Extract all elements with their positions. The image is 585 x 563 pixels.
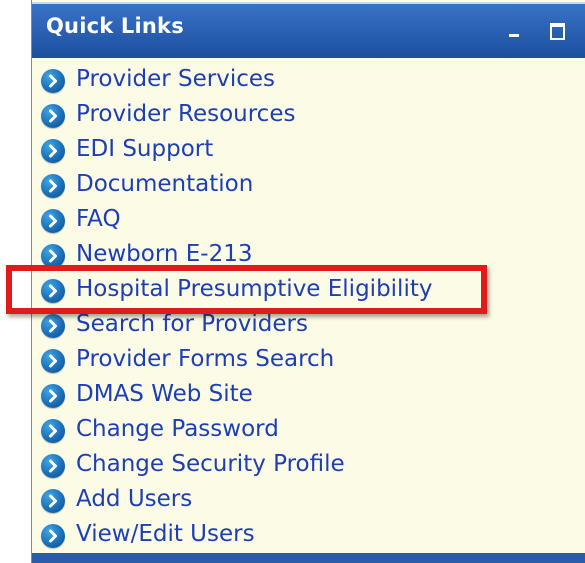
link-provider-resources[interactable]: Provider Resources xyxy=(32,98,585,133)
link-label[interactable]: Add Users xyxy=(76,486,192,512)
link-label[interactable]: Provider Services xyxy=(76,66,275,92)
link-label[interactable]: FAQ xyxy=(76,206,121,232)
link-label[interactable]: Hospital Presumptive Eligibility xyxy=(76,276,432,302)
quick-links-panel: Quick Links Provider Services Provider R… xyxy=(31,0,585,563)
link-label[interactable]: Provider Resources xyxy=(76,101,295,127)
chevron-right-circle-icon xyxy=(41,314,65,338)
quick-links-list: Provider Services Provider Resources EDI… xyxy=(32,63,585,553)
panel-title: Quick Links xyxy=(46,14,184,38)
panel-bottom-bar xyxy=(32,553,585,563)
link-hospital-presumptive-eligibility[interactable]: Hospital Presumptive Eligibility xyxy=(32,273,585,308)
link-documentation[interactable]: Documentation xyxy=(32,168,585,203)
link-label[interactable]: EDI Support xyxy=(76,136,213,162)
maximize-icon[interactable] xyxy=(546,21,568,41)
link-label[interactable]: Provider Forms Search xyxy=(76,346,334,372)
link-label[interactable]: View/Edit Users xyxy=(76,521,255,547)
chevron-right-circle-icon xyxy=(41,139,65,163)
link-dmas-web-site[interactable]: DMAS Web Site xyxy=(32,378,585,413)
chevron-right-circle-icon xyxy=(41,524,65,548)
link-label[interactable]: Newborn E-213 xyxy=(76,241,253,267)
chevron-right-circle-icon xyxy=(41,174,65,198)
link-faq[interactable]: FAQ xyxy=(32,203,585,238)
link-label[interactable]: Search for Providers xyxy=(76,311,308,337)
minimize-icon[interactable] xyxy=(504,21,526,41)
link-label[interactable]: Change Password xyxy=(76,416,279,442)
link-view-edit-users[interactable]: View/Edit Users xyxy=(32,518,585,553)
link-edi-support[interactable]: EDI Support xyxy=(32,133,585,168)
chevron-right-circle-icon xyxy=(41,454,65,478)
link-provider-forms-search[interactable]: Provider Forms Search xyxy=(32,343,585,378)
chevron-right-circle-icon xyxy=(41,279,65,303)
link-newborn-e213[interactable]: Newborn E-213 xyxy=(32,238,585,273)
link-add-users[interactable]: Add Users xyxy=(32,483,585,518)
link-label[interactable]: Documentation xyxy=(76,171,253,197)
chevron-right-circle-icon xyxy=(41,489,65,513)
chevron-right-circle-icon xyxy=(41,419,65,443)
link-change-security-profile[interactable]: Change Security Profile xyxy=(32,448,585,483)
link-label[interactable]: Change Security Profile xyxy=(76,451,345,477)
link-change-password[interactable]: Change Password xyxy=(32,413,585,448)
panel-header: Quick Links xyxy=(32,2,585,58)
chevron-right-circle-icon xyxy=(41,384,65,408)
chevron-right-circle-icon xyxy=(41,69,65,93)
chevron-right-circle-icon xyxy=(41,244,65,268)
chevron-right-circle-icon xyxy=(41,349,65,373)
link-search-for-providers[interactable]: Search for Providers xyxy=(32,308,585,343)
chevron-right-circle-icon xyxy=(41,209,65,233)
chevron-right-circle-icon xyxy=(41,104,65,128)
link-label[interactable]: DMAS Web Site xyxy=(76,381,253,407)
link-provider-services[interactable]: Provider Services xyxy=(32,63,585,98)
